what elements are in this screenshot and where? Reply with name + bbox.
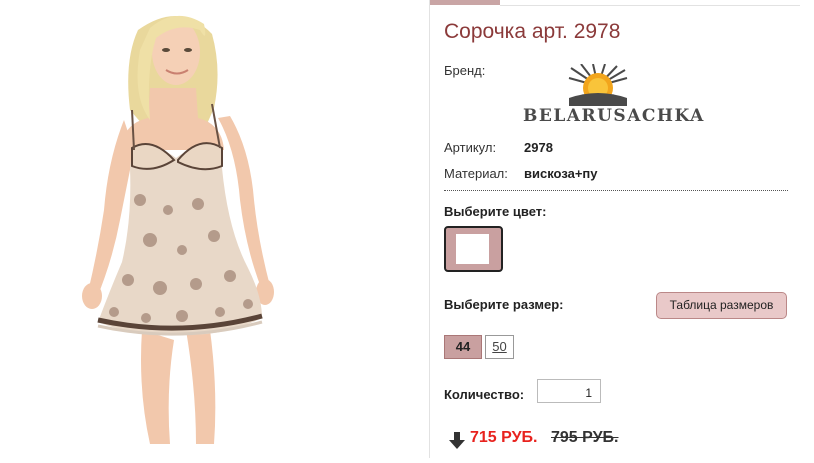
sun-logo-icon bbox=[568, 63, 628, 106]
product-photo-image bbox=[82, 15, 274, 444]
material-label: Материал: bbox=[444, 166, 508, 181]
quantity-input[interactable] bbox=[537, 379, 601, 403]
price-old: 795 РУБ. bbox=[551, 429, 619, 446]
top-rule bbox=[500, 5, 800, 6]
article-value: 2978 bbox=[524, 140, 553, 155]
size-table-button[interactable]: Таблица размеров bbox=[656, 292, 787, 319]
product-photo[interactable] bbox=[0, 0, 428, 458]
arrow-down-icon bbox=[449, 432, 465, 449]
color-label: Выберите цвет: bbox=[444, 204, 547, 219]
quantity-label: Количество: bbox=[444, 387, 525, 402]
size-option-44[interactable]: 44 bbox=[444, 335, 482, 359]
brand-label: Бренд: bbox=[444, 63, 486, 78]
size-label: Выберите размер: bbox=[444, 297, 564, 312]
article-label: Артикул: bbox=[444, 140, 497, 155]
column-divider bbox=[429, 0, 430, 458]
material-value: вискоза+пу bbox=[524, 166, 598, 181]
product-title: Сорочка арт. 2978 bbox=[444, 20, 621, 43]
brand-logo-text: BELARUSACHKA bbox=[523, 106, 705, 126]
color-swatch[interactable] bbox=[444, 226, 503, 272]
color-swatch-inner bbox=[456, 234, 489, 264]
size-option-50[interactable]: 50 bbox=[485, 335, 514, 359]
top-accent-tab bbox=[430, 0, 500, 5]
price-new: 715 РУБ. bbox=[470, 429, 538, 446]
brand-logo[interactable]: BELARUSACHKA bbox=[523, 63, 705, 128]
separator bbox=[444, 190, 788, 191]
